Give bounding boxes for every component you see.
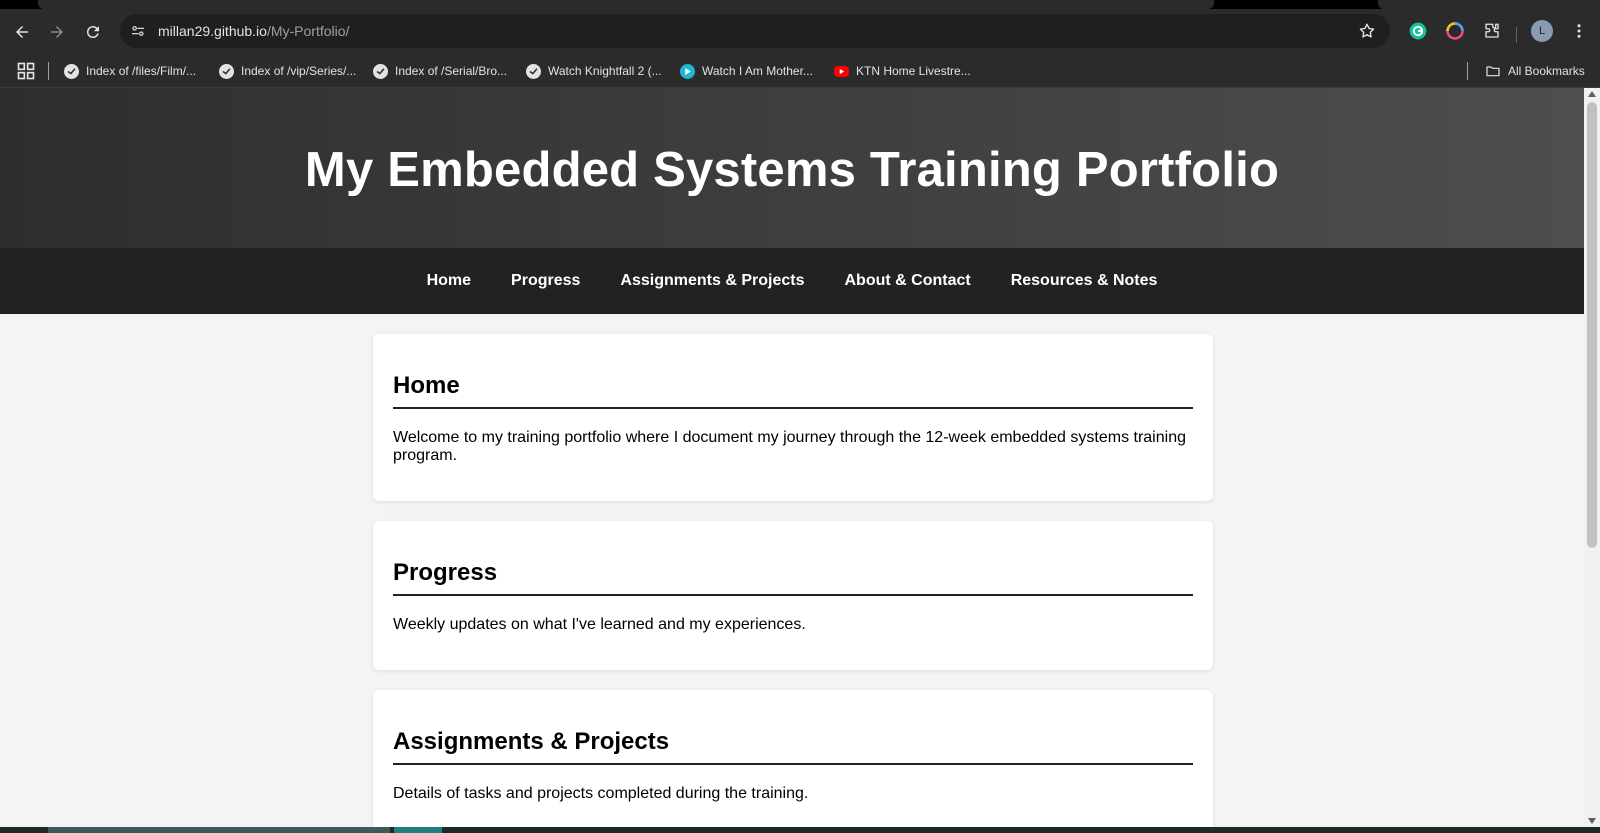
- back-button[interactable]: [8, 18, 36, 46]
- scroll-up-arrow-icon[interactable]: [1588, 91, 1596, 97]
- toolbar-separator: [1516, 27, 1517, 43]
- globe-icon: [64, 63, 79, 79]
- reload-icon: [86, 26, 99, 39]
- back-arrow-icon: [16, 26, 28, 38]
- forward-arrow-icon: [51, 26, 63, 38]
- nav-link-home[interactable]: Home: [407, 272, 491, 290]
- section-text: Details of tasks and projects completed …: [393, 784, 809, 802]
- youtube-icon: [834, 65, 849, 77]
- scrollbar-thumb[interactable]: [1587, 102, 1597, 548]
- bookmark-item[interactable]: Index of /files/Film/...: [64, 60, 196, 82]
- taskbar-segment-active: [394, 827, 442, 833]
- tab-strip: [0, 0, 1600, 9]
- all-bookmarks-label: All Bookmarks: [1508, 64, 1585, 78]
- section-heading: Assignments & Projects: [393, 728, 1193, 765]
- extensions-puzzle-icon[interactable]: [1481, 20, 1503, 42]
- section-home: Home Welcome to my training portfolio wh…: [373, 334, 1213, 501]
- page-title: My Embedded Systems Training Portfolio: [304, 143, 1280, 197]
- bookmark-item[interactable]: Watch I Am Mother...: [680, 60, 813, 82]
- bookmark-item[interactable]: Index of /Serial/Bro...: [373, 60, 507, 82]
- all-bookmarks-button[interactable]: All Bookmarks: [1485, 60, 1585, 82]
- browser-tab[interactable]: [38, 0, 1214, 9]
- bookmark-item[interactable]: Watch Knightfall 2 (...: [526, 60, 662, 82]
- nav-link-progress[interactable]: Progress: [491, 272, 600, 290]
- address-bar[interactable]: millan29.github.io/My-Portfolio/: [120, 14, 1390, 48]
- taskbar-segment: [48, 827, 390, 833]
- bookmark-label: Index of /files/Film/...: [86, 64, 197, 78]
- bookmark-label: KTN Home Livestre...: [856, 64, 971, 78]
- site-header: My Embedded Systems Training Portfolio: [0, 88, 1584, 248]
- apps-grid-icon[interactable]: [16, 61, 36, 81]
- bookmark-label: Index of /vip/Series/...: [241, 64, 357, 78]
- kebab-menu-icon[interactable]: [1568, 20, 1590, 42]
- reload-button[interactable]: [79, 18, 107, 46]
- forward-button[interactable]: [43, 18, 71, 46]
- tune-icon[interactable]: [128, 21, 148, 41]
- nav-link-about-contact[interactable]: About & Contact: [824, 272, 990, 290]
- browser-toolbar: millan29.github.io/My-Portfolio/ L: [0, 9, 1600, 53]
- url-host: millan29.github.io: [158, 23, 267, 39]
- bookmark-item[interactable]: Index of /vip/Series/...: [219, 60, 356, 82]
- section-progress: Progress Weekly updates on what I've lea…: [373, 521, 1213, 670]
- folder-icon: [1486, 66, 1500, 77]
- page-viewport[interactable]: My Embedded Systems Training Portfolio H…: [0, 88, 1584, 827]
- section-heading: Progress: [393, 559, 1193, 596]
- site-nav: Home Progress Assignments & Projects Abo…: [0, 248, 1584, 314]
- color-picker-extension-icon[interactable]: [1444, 20, 1466, 42]
- taskbar-strip: [0, 827, 1600, 833]
- play-icon: [680, 63, 695, 79]
- profile-avatar[interactable]: L: [1531, 20, 1553, 42]
- globe-icon: [373, 63, 388, 79]
- bookmarks-separator: [48, 62, 49, 80]
- url-text[interactable]: millan29.github.io/My-Portfolio/: [158, 23, 349, 39]
- section-text: Weekly updates on what I've learned and …: [393, 615, 806, 633]
- grammarly-extension-icon[interactable]: [1407, 20, 1429, 42]
- url-path: /My-Portfolio/: [266, 23, 350, 39]
- globe-icon: [219, 63, 234, 79]
- section-assignments-projects: Assignments & Projects Details of tasks …: [373, 690, 1213, 827]
- star-icon[interactable]: [1358, 22, 1376, 40]
- bookmarks-separator: [1467, 62, 1468, 80]
- page-scrollbar[interactable]: [1584, 88, 1600, 827]
- section-text: Welcome to my training portfolio where I…: [393, 428, 1186, 465]
- globe-icon: [526, 63, 541, 79]
- avatar-letter: L: [1538, 25, 1546, 37]
- bookmark-label: Index of /Serial/Bro...: [395, 64, 508, 78]
- nav-link-resources-notes[interactable]: Resources & Notes: [991, 272, 1178, 290]
- section-heading: Home: [393, 372, 1193, 409]
- bookmark-label: Watch I Am Mother...: [702, 64, 813, 78]
- bookmark-label: Watch Knightfall 2 (...: [548, 64, 662, 78]
- browser-tab-right[interactable]: [1378, 0, 1600, 9]
- scroll-down-arrow-icon[interactable]: [1588, 818, 1596, 824]
- nav-link-assignments-projects[interactable]: Assignments & Projects: [600, 272, 824, 290]
- bookmark-item[interactable]: KTN Home Livestre...: [834, 60, 971, 82]
- bookmarks-bar: Index of /files/Film/... Index of /vip/S…: [0, 53, 1600, 88]
